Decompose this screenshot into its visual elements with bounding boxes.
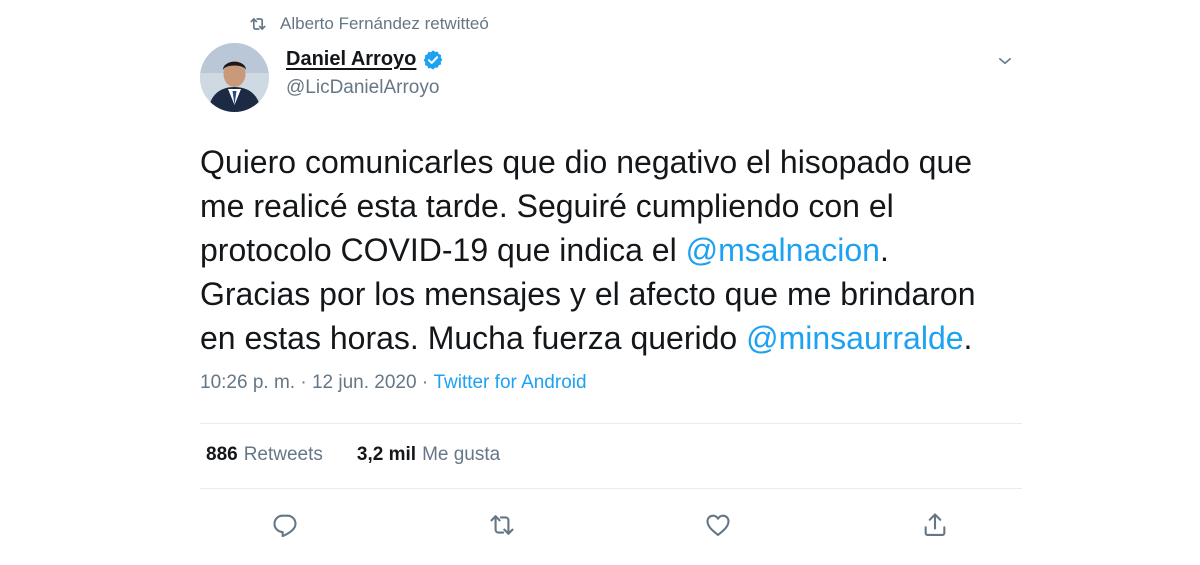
mention-link[interactable]: @minsaurralde xyxy=(746,320,963,356)
tweet-text-segment: protocolo COVID-19 que indica el xyxy=(200,232,686,268)
avatar[interactable] xyxy=(200,43,269,112)
tweet-page: Alberto Fernández retwitteó Daniel Arroy… xyxy=(0,0,1200,565)
tweet-line: Quiero comunicarles que dio negativo el … xyxy=(200,144,973,180)
reply-button[interactable] xyxy=(270,510,300,540)
tweet-text-segment: . xyxy=(879,232,889,268)
retweet-icon xyxy=(250,18,266,30)
meta-separator: · xyxy=(295,372,312,393)
author-handle[interactable]: @LicDanielArroyo xyxy=(286,77,444,99)
tweet-line: protocolo COVID-19 que indica el @msalna… xyxy=(200,228,1020,272)
tweet-date[interactable]: 12 jun. 2020 xyxy=(312,372,417,394)
meta-separator: · xyxy=(416,372,434,393)
tweet-source-link[interactable]: Twitter for Android xyxy=(433,372,586,394)
tweet-line: en estas horas. Mucha fuerza querido @mi… xyxy=(200,316,1020,360)
author-display-name[interactable]: Daniel Arroyo xyxy=(286,48,416,71)
tweet-line: Gracias por los mensajes y el afecto que… xyxy=(200,276,976,312)
retweet-button[interactable] xyxy=(487,510,517,540)
retweet-icon xyxy=(490,515,514,535)
author-block: Daniel Arroyo @LicDanielArroyo xyxy=(286,48,444,99)
tweet-meta: 10:26 p. m. · 12 jun. 2020 · Twitter for… xyxy=(200,372,587,394)
share-button[interactable] xyxy=(920,510,950,540)
divider xyxy=(200,423,1022,424)
tweet-text: Quiero comunicarles que dio negativo el … xyxy=(200,140,1020,360)
retweets-stat[interactable]: 886 Retweets xyxy=(206,444,323,466)
like-button[interactable] xyxy=(703,510,733,540)
likes-count: 3,2 mil xyxy=(356,444,417,465)
heart-icon xyxy=(706,514,730,536)
tweet-stats: 886 Retweets 3,2 mil Me gusta xyxy=(206,444,500,466)
divider xyxy=(200,488,1022,489)
share-icon xyxy=(924,513,946,536)
likes-label: Me gusta xyxy=(422,444,501,465)
tweet-line: me realicé esta tarde. Seguiré cumpliend… xyxy=(200,188,894,224)
tweet-actions xyxy=(270,510,950,540)
tweet-text-segment: . xyxy=(963,320,973,356)
verified-badge-icon xyxy=(424,49,443,70)
reply-icon xyxy=(273,514,297,538)
mention-link[interactable]: @msalnacion xyxy=(686,232,880,268)
avatar-image xyxy=(200,43,269,112)
tweet-time[interactable]: 10:26 p. m. xyxy=(200,372,295,394)
tweet-text-segment: en estas horas. Mucha fuerza querido xyxy=(200,320,747,356)
likes-stat[interactable]: 3,2 mil Me gusta xyxy=(357,444,500,466)
retweets-count: 886 xyxy=(206,444,238,465)
retweet-context: Alberto Fernández retwitteó xyxy=(248,14,489,34)
chevron-down-icon[interactable] xyxy=(994,52,1016,70)
retweets-label: Retweets xyxy=(243,444,323,465)
retweet-context-label[interactable]: Alberto Fernández retwitteó xyxy=(280,14,489,34)
